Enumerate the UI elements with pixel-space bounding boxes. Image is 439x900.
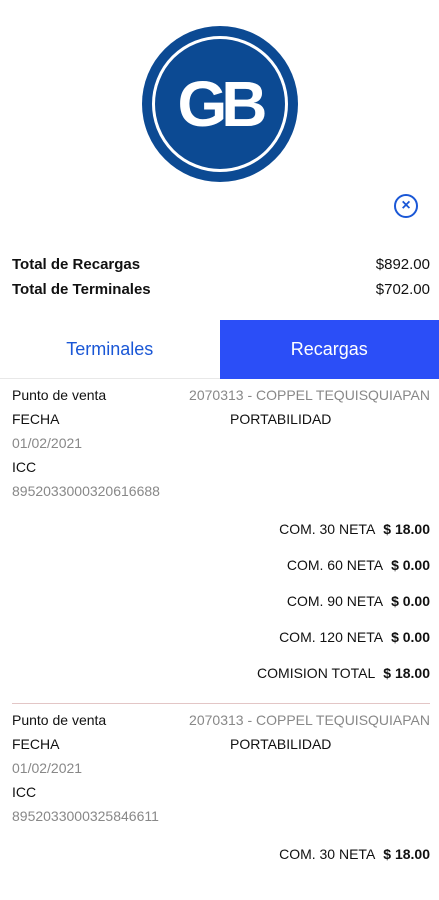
fecha-row: FECHA PORTABILIDAD	[12, 732, 430, 756]
commission-label: COM. 60 NETA	[286, 557, 384, 573]
icc-value: 8952033000320616688	[12, 483, 160, 499]
total-terminales-label: Total de Terminales	[12, 281, 151, 298]
punto-value: 2070313 - COPPEL TEQUISQUIAPAN	[189, 387, 430, 403]
punto-row: Punto de venta 2070313 - COPPEL TEQUISQU…	[12, 383, 430, 407]
record-divider	[12, 703, 430, 704]
icc-value: 8952033000325846611	[12, 808, 159, 824]
commission-total-label: COMISION TOTAL	[257, 665, 376, 681]
commission-row: COM. 30 NETA $ 18.00	[12, 836, 430, 872]
tab-bar: Terminales Recargas	[0, 320, 439, 379]
commission-label: COM. 30 NETA	[279, 521, 376, 537]
punto-label: Punto de venta	[12, 712, 107, 728]
record-card: Punto de venta 2070313 - COPPEL TEQUISQU…	[12, 708, 430, 872]
icc-row: ICC	[12, 455, 430, 479]
total-recargas-row: Total de Recargas $892.00	[12, 252, 430, 277]
commission-row: COM. 90 NETA $ 0.00	[12, 583, 430, 619]
total-recargas-value: $892.00	[375, 256, 430, 273]
icc-row: ICC	[12, 780, 430, 804]
commission-row: COM. 60 NETA $ 0.00	[12, 547, 430, 583]
punto-row: Punto de venta 2070313 - COPPEL TEQUISQU…	[12, 708, 430, 732]
commission-row: COM. 120 NETA $ 0.00	[12, 619, 430, 655]
total-recargas-label: Total de Recargas	[12, 256, 141, 273]
commission-value: $ 0.00	[391, 557, 430, 573]
tab-terminales[interactable]: Terminales	[0, 320, 220, 379]
tipo-value: PORTABILIDAD	[230, 411, 332, 427]
fecha-value-row: 01/02/2021	[12, 431, 430, 455]
icc-value-row: 8952033000325846611	[12, 804, 430, 828]
commission-total-value: $ 18.00	[383, 665, 430, 681]
logo-text: GB	[177, 68, 268, 140]
tipo-value: PORTABILIDAD	[230, 736, 332, 752]
commission-label: COM. 30 NETA	[279, 846, 376, 862]
fecha-label: FECHA	[12, 736, 60, 752]
fecha-value-row: 01/02/2021	[12, 756, 430, 780]
close-button[interactable]: ×	[394, 194, 418, 218]
fecha-row: FECHA PORTABILIDAD	[12, 407, 430, 431]
total-terminales-row: Total de Terminales $702.00	[12, 277, 430, 302]
totals-section: Total de Recargas $892.00 Total de Termi…	[12, 252, 430, 302]
tab-recargas[interactable]: Recargas	[219, 320, 439, 379]
logo-container: GB	[0, 26, 439, 182]
commission-value: $ 0.00	[391, 629, 430, 645]
commission-value: $ 18.00	[383, 846, 430, 862]
commission-total-row: COMISION TOTAL $ 18.00	[12, 655, 430, 691]
record-card: Punto de venta 2070313 - COPPEL TEQUISQU…	[12, 383, 430, 691]
fecha-label: FECHA	[12, 411, 60, 427]
commission-label: COM. 90 NETA	[286, 593, 384, 609]
icc-value-row: 8952033000320616688	[12, 479, 430, 503]
punto-label: Punto de venta	[12, 387, 107, 403]
commission-row: COM. 30 NETA $ 18.00	[12, 511, 430, 547]
icc-label: ICC	[12, 459, 37, 475]
commission-label: COM. 120 NETA	[279, 629, 384, 645]
commission-value: $ 0.00	[391, 593, 430, 609]
gb-logo: GB	[141, 26, 298, 182]
icc-label: ICC	[12, 784, 37, 800]
fecha-value: 01/02/2021	[12, 435, 83, 451]
close-icon: ×	[401, 197, 411, 214]
fecha-value: 01/02/2021	[12, 760, 83, 776]
total-terminales-value: $702.00	[375, 281, 430, 298]
commission-value: $ 18.00	[383, 521, 430, 537]
punto-value: 2070313 - COPPEL TEQUISQUIAPAN	[189, 712, 430, 728]
